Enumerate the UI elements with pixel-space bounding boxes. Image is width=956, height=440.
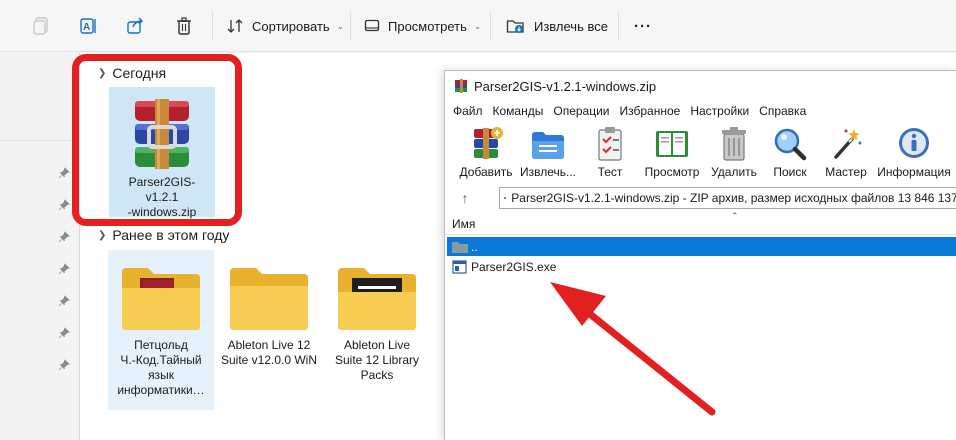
screenshot: A Сортировать ⌄ Просмотреть ⌄ Извлечь все … xyxy=(0,0,956,440)
red-arrow-annotation xyxy=(550,282,716,416)
